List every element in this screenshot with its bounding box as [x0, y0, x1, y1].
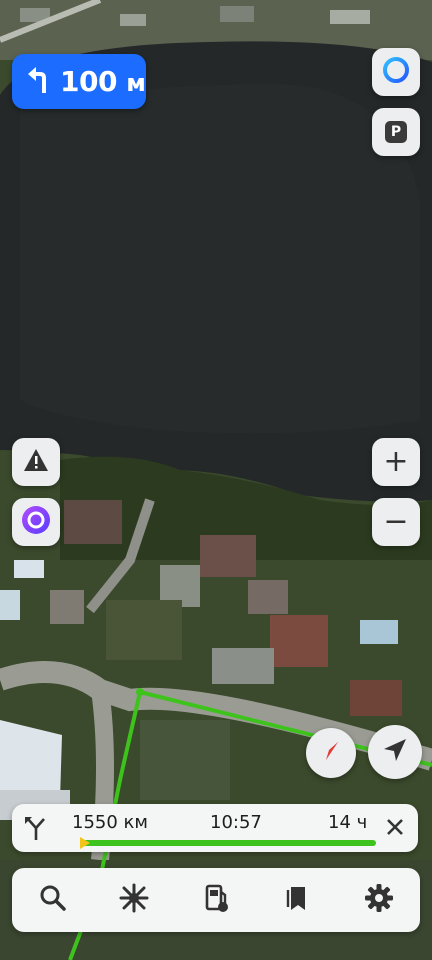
alice-voice-icon [21, 505, 51, 539]
parking-label: P [390, 124, 402, 140]
route-fork-icon [24, 815, 48, 845]
zoom-out-label: − [383, 504, 409, 539]
zoom-out-button[interactable]: − [372, 498, 420, 546]
gas-stations-button[interactable] [192, 876, 240, 924]
bookmark-icon [285, 884, 311, 916]
parking-icon: P [385, 121, 407, 143]
search-button[interactable] [29, 876, 77, 924]
close-icon[interactable] [386, 818, 404, 840]
voice-assistant-button[interactable] [12, 498, 60, 546]
fuel-icon [201, 883, 231, 917]
route-info-bar[interactable]: 1550 км 10:57 14 ч [12, 804, 418, 852]
zoom-in-button[interactable]: + [372, 438, 420, 486]
maneuver-distance-value: 100 [60, 65, 117, 98]
bottom-nav [12, 868, 420, 932]
route-progress-bar [82, 840, 376, 846]
maneuver-distance-unit: м [126, 69, 146, 97]
compass-icon [318, 738, 344, 768]
arrival-time: 10:57 [210, 812, 262, 833]
bookmarks-button[interactable] [274, 876, 322, 924]
warning-icon [23, 448, 49, 476]
maneuver-distance: 100 м [60, 65, 146, 98]
route-progress-marker [80, 837, 90, 849]
turn-left-icon [28, 66, 50, 98]
maneuver-badge[interactable]: 100 м [12, 54, 146, 109]
settings-button[interactable] [355, 876, 403, 924]
road-event-button[interactable] [12, 438, 60, 486]
zoom-in-label: + [383, 444, 409, 479]
alice-ring-icon [381, 55, 411, 89]
remaining-distance: 1550 км [72, 812, 148, 833]
navigation-arrow-icon [382, 737, 408, 767]
overview-button[interactable] [110, 876, 158, 924]
alice-button[interactable] [372, 48, 420, 96]
route-overview-icon [119, 883, 149, 917]
my-location-button[interactable] [368, 725, 422, 779]
compass-button[interactable] [306, 728, 356, 778]
search-icon [39, 884, 67, 916]
travel-time: 14 ч [328, 812, 368, 833]
parking-button[interactable]: P [372, 108, 420, 156]
gear-icon [364, 883, 394, 917]
